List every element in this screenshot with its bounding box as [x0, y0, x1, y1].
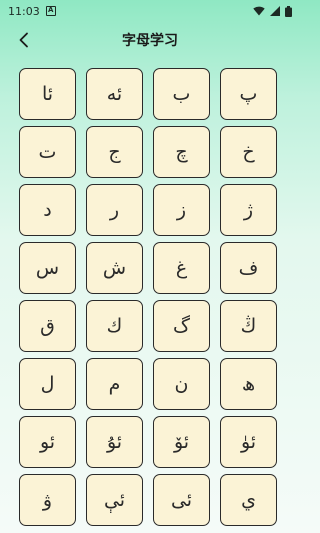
letter-tile[interactable]: ت — [19, 126, 76, 178]
letter-label: ك — [106, 315, 123, 337]
notification-icon: A — [45, 6, 56, 16]
letter-tile[interactable]: ز — [153, 184, 210, 236]
letter-label: ف — [238, 257, 259, 279]
letter-label: د — [43, 199, 52, 221]
letter-label: م — [108, 373, 121, 395]
letter-tile[interactable]: غ — [153, 242, 210, 294]
signal-icon — [270, 6, 280, 16]
letter-label: ۋ — [42, 489, 53, 511]
letter-label: ڭ — [240, 315, 257, 337]
letter-tile[interactable]: گ — [153, 300, 210, 352]
letter-tile[interactable]: ب — [153, 68, 210, 120]
letter-label: ئۈ — [240, 431, 257, 453]
letter-label: ز — [176, 199, 187, 221]
letter-tile[interactable]: ج — [86, 126, 143, 178]
letter-label: خ — [242, 141, 255, 163]
letter-tile[interactable]: س — [19, 242, 76, 294]
chevron-left-icon — [19, 32, 28, 48]
letter-tile[interactable]: ق — [19, 300, 76, 352]
status-icons — [253, 5, 292, 17]
letter-tile[interactable]: ئۇ — [86, 416, 143, 468]
letter-tile[interactable]: ل — [19, 358, 76, 410]
letter-tile[interactable]: خ — [220, 126, 277, 178]
letter-label: ئە — [106, 83, 123, 105]
letter-tile[interactable]: ھ — [220, 358, 277, 410]
letter-tile[interactable]: ش — [86, 242, 143, 294]
letter-label: ب — [172, 83, 191, 105]
letter-label: ئى — [170, 489, 193, 511]
app-header: 字母学习 — [0, 22, 300, 58]
letter-grid: ئا ئە ب پ ت ج چ خ د ر ز ژ س ش غ ف ق ك گ … — [19, 68, 277, 526]
letter-tile[interactable]: ژ — [220, 184, 277, 236]
letter-tile[interactable]: ئو — [19, 416, 76, 468]
letter-tile[interactable]: ئۈ — [220, 416, 277, 468]
letter-label: گ — [172, 315, 190, 337]
letter-tile[interactable]: ر — [86, 184, 143, 236]
letter-label: ئۇ — [106, 431, 123, 453]
letter-tile[interactable]: پ — [220, 68, 277, 120]
letter-label: ج — [108, 141, 121, 163]
letter-label: ق — [40, 315, 55, 337]
letter-label: ھ — [241, 373, 256, 395]
back-button[interactable] — [12, 28, 36, 52]
letter-label: پ — [239, 83, 258, 105]
letter-label: ش — [102, 257, 127, 279]
letter-label: چ — [175, 141, 188, 163]
letter-tile[interactable]: ك — [86, 300, 143, 352]
letter-tile[interactable]: د — [19, 184, 76, 236]
letter-label: ئې — [103, 489, 126, 511]
wifi-icon — [253, 6, 265, 16]
battery-icon — [285, 5, 292, 17]
letter-label: ن — [174, 373, 189, 395]
letter-label: ل — [40, 373, 55, 395]
status-bar: 11:03 A — [0, 0, 300, 22]
letter-tile[interactable]: ئۆ — [153, 416, 210, 468]
letter-label: ئا — [41, 83, 54, 105]
letter-tile[interactable]: ئا — [19, 68, 76, 120]
status-time: 11:03 — [8, 4, 40, 18]
letter-label: س — [35, 257, 60, 279]
letter-tile[interactable]: ئە — [86, 68, 143, 120]
letter-label: ژ — [243, 199, 254, 221]
letter-label: ئو — [39, 431, 56, 453]
letter-label: ر — [109, 199, 120, 221]
letter-label: غ — [175, 257, 188, 279]
letter-tile[interactable]: م — [86, 358, 143, 410]
page-title: 字母学习 — [122, 33, 178, 49]
letter-label: ي — [241, 489, 256, 511]
letter-tile[interactable]: ن — [153, 358, 210, 410]
letter-tile[interactable]: چ — [153, 126, 210, 178]
letter-label: ت — [38, 141, 57, 163]
letter-tile[interactable]: ئې — [86, 474, 143, 526]
letter-tile[interactable]: ڭ — [220, 300, 277, 352]
letter-tile[interactable]: ئى — [153, 474, 210, 526]
letter-label: ئۆ — [173, 431, 190, 453]
letter-tile[interactable]: ف — [220, 242, 277, 294]
letter-tile[interactable]: ۋ — [19, 474, 76, 526]
letter-tile[interactable]: ي — [220, 474, 277, 526]
